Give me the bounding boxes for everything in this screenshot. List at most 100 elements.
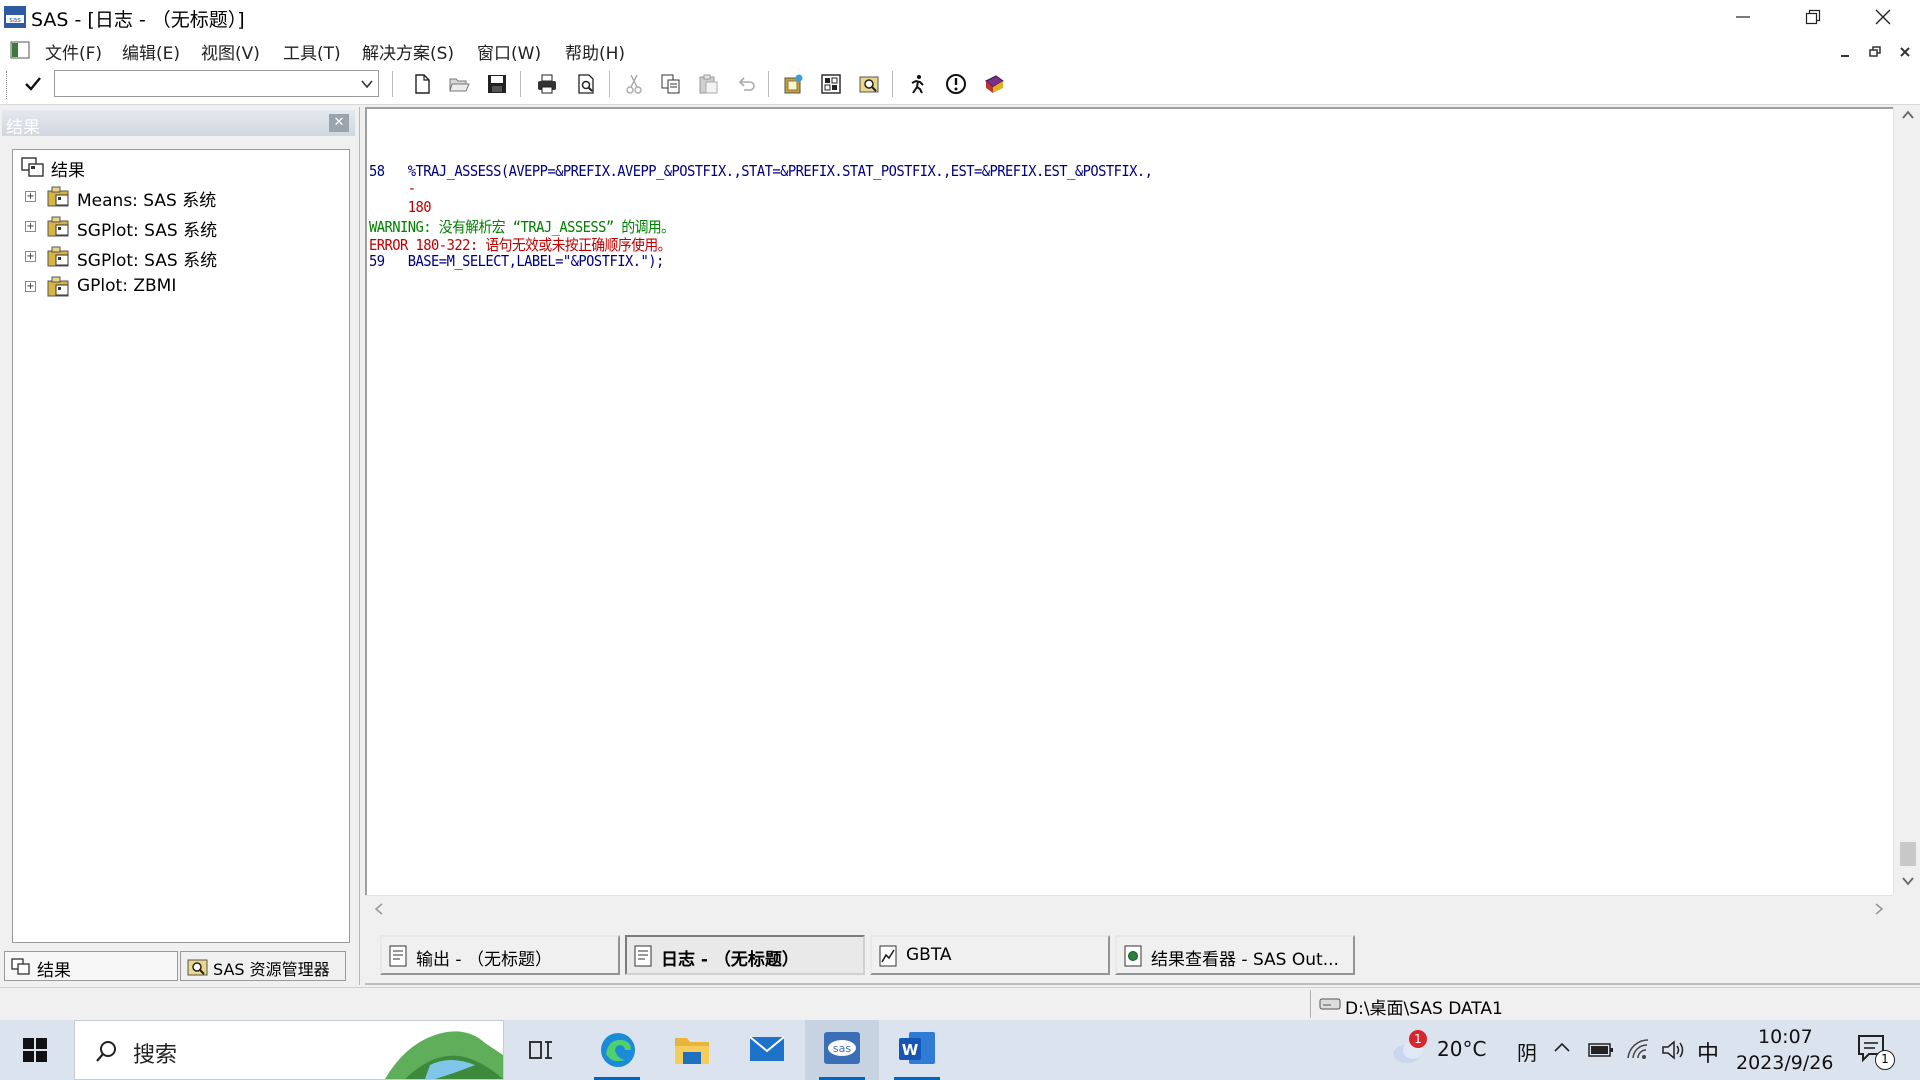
scroll-right-arrow[interactable]	[1873, 902, 1885, 920]
tab-gbta-label: GBTA	[906, 945, 952, 965]
new-button[interactable]	[407, 69, 437, 99]
tab-sas-explorer[interactable]: SAS 资源管理器	[180, 951, 346, 981]
close-icon	[1875, 9, 1891, 25]
tab-output-label: 输出 - （无标题）	[416, 950, 552, 970]
document-icon	[10, 41, 30, 59]
log-line: 59 BASE=M_SELECT,LABEL="&POSTFIX.");	[369, 252, 664, 270]
menu-window[interactable]: 窗口(W)	[477, 39, 541, 64]
tree-node-sgplot[interactable]: + SGPlot: SAS 系统	[17, 214, 347, 241]
scroll-up-arrow[interactable]	[1901, 109, 1915, 125]
print-button[interactable]	[532, 69, 562, 99]
taskbar-file-explorer[interactable]	[655, 1020, 729, 1080]
run-button[interactable]	[903, 69, 933, 99]
clock-date: 2023/9/26	[1736, 1052, 1834, 1074]
expand-toggle[interactable]: +	[25, 281, 36, 292]
open-button[interactable]	[444, 69, 474, 99]
results-pane-close-button[interactable]: ✕	[329, 114, 349, 132]
folder-results-icon	[47, 276, 69, 297]
new-icon	[415, 74, 430, 94]
clock[interactable]: 10:07 2023/9/26	[1732, 1020, 1834, 1080]
close-button[interactable]	[1853, 0, 1913, 35]
tree-node-sgplot[interactable]: + SGPlot: SAS 系统	[17, 244, 347, 271]
svg-text:W: W	[902, 1041, 919, 1059]
notification-count-badge: 1	[1875, 1050, 1895, 1070]
chevron-left-icon	[374, 903, 383, 915]
notification-center-button[interactable]: 1	[1855, 1032, 1895, 1072]
results-search-button[interactable]	[854, 69, 884, 99]
results-tree[interactable]: 结果 + Means: SAS 系统 + SGPlot: SAS 系统 + SG…	[12, 149, 350, 943]
mdi-minimize-button[interactable]	[1838, 43, 1852, 57]
submit-command-button[interactable]	[18, 69, 48, 99]
tab-gbta[interactable]: GBTA	[870, 935, 1110, 975]
cut-button[interactable]	[619, 69, 649, 99]
toolbar-separator	[892, 71, 893, 97]
tree-node-means[interactable]: + Means: SAS 系统	[17, 184, 347, 211]
tree-node-gplot[interactable]: + GPlot: ZBMI	[17, 274, 347, 300]
horizontal-scrollbar[interactable]	[365, 895, 1893, 922]
mdi-restore-button[interactable]	[1868, 43, 1882, 57]
print-preview-button[interactable]	[571, 69, 601, 99]
menu-view[interactable]: 视图(V)	[201, 39, 260, 64]
menu-help[interactable]: 帮助(H)	[565, 39, 625, 64]
taskbar-task-view[interactable]	[503, 1020, 577, 1080]
results-pane: 结果 ✕ 结果 + Means: SAS 系统 + SGPlot: SAS 系统…	[0, 107, 360, 985]
tree-node-label: SGPlot: SAS 系统	[77, 251, 218, 271]
command-input[interactable]	[57, 73, 347, 93]
new-library-button[interactable]	[778, 69, 808, 99]
help-book-icon	[985, 75, 1004, 93]
paste-button[interactable]	[693, 69, 723, 99]
svg-text:sas: sas	[9, 16, 21, 24]
tree-node-label: GPlot: ZBMI	[77, 276, 177, 296]
tree-root-label: 结果	[51, 161, 85, 181]
input-method-indicator[interactable]: 中	[1697, 1036, 1719, 1068]
save-button[interactable]	[482, 69, 512, 99]
volume-indicator[interactable]	[1660, 1038, 1686, 1062]
mdi-close-button[interactable]	[1898, 43, 1912, 57]
help-book-button[interactable]	[979, 69, 1009, 99]
tray-overflow-button[interactable]	[1552, 1038, 1576, 1062]
checkmark-icon	[25, 77, 41, 91]
command-box[interactable]	[54, 70, 379, 97]
expand-toggle[interactable]: +	[25, 191, 36, 202]
taskbar-sas[interactable]: sas	[805, 1020, 879, 1080]
taskbar-edge[interactable]	[580, 1020, 654, 1080]
tab-results-viewer[interactable]: 结果查看器 - SAS Out...	[1115, 935, 1355, 975]
svg-text:sas: sas	[833, 1042, 851, 1055]
vertical-scrollbar[interactable]	[1893, 107, 1920, 895]
scroll-thumb[interactable]	[1900, 842, 1916, 866]
current-folder-panel[interactable]: D:\桌面\SAS DATA1	[1310, 990, 1916, 1019]
tab-results[interactable]: 结果	[4, 951, 178, 981]
copy-button[interactable]	[656, 69, 686, 99]
battery-indicator[interactable]	[1588, 1040, 1614, 1060]
taskbar-search[interactable]: 搜索	[74, 1020, 504, 1080]
log-editor[interactable]: 58 %TRAJ_ASSESS(AVEPP=&PREFIX.AVEPP_&POS…	[365, 107, 1893, 895]
tab-results-viewer-label: 结果查看器 - SAS Out...	[1151, 950, 1339, 970]
explorer-button[interactable]	[816, 69, 846, 99]
network-indicator[interactable]	[1626, 1038, 1652, 1062]
chevron-down-icon[interactable]	[360, 78, 374, 90]
scroll-down-arrow[interactable]	[1901, 875, 1915, 891]
minimize-icon	[1841, 55, 1849, 57]
search-highlight-image	[385, 1031, 503, 1079]
minimize-button[interactable]	[1713, 0, 1773, 35]
expand-toggle[interactable]: +	[25, 251, 36, 262]
undo-button[interactable]	[731, 69, 761, 99]
taskbar-mail[interactable]	[730, 1020, 804, 1080]
window-title: SAS - [日志 - （无标题）]	[31, 9, 245, 31]
menu-edit[interactable]: 编辑(E)	[122, 39, 180, 64]
tab-log-label: 日志 - （无标题）	[661, 950, 799, 970]
start-button[interactable]	[0, 1020, 72, 1080]
break-button[interactable]	[941, 69, 971, 99]
restore-button[interactable]	[1783, 0, 1843, 35]
menu-tools[interactable]: 工具(T)	[283, 39, 341, 64]
tree-node-label: SGPlot: SAS 系统	[77, 221, 218, 241]
menu-file[interactable]: 文件(F)	[45, 39, 102, 64]
tab-log[interactable]: 日志 - （无标题）	[625, 935, 865, 975]
scroll-left-arrow[interactable]	[373, 902, 385, 920]
expand-toggle[interactable]: +	[25, 221, 36, 232]
undo-icon	[738, 77, 755, 91]
menu-solutions[interactable]: 解决方案(S)	[362, 39, 454, 64]
tab-output[interactable]: 输出 - （无标题）	[380, 935, 620, 975]
tree-root[interactable]: 结果	[17, 154, 347, 181]
taskbar-word[interactable]: W	[880, 1020, 954, 1080]
